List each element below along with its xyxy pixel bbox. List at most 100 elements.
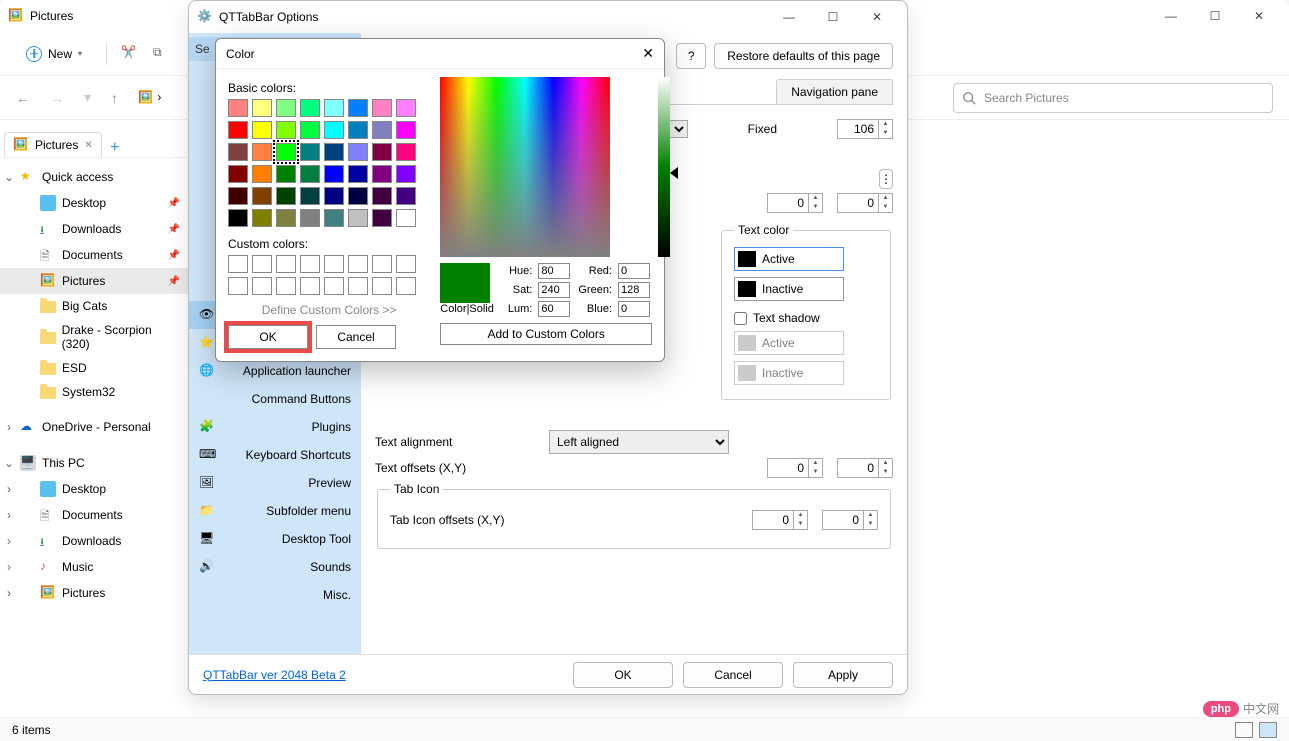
basic-color-cell[interactable] [324, 209, 344, 227]
side-item-sounds[interactable]: 🔊Sounds [189, 553, 361, 581]
input[interactable] [822, 510, 864, 530]
up-button[interactable]: ↑ [111, 90, 118, 106]
basic-color-cell[interactable] [228, 99, 248, 117]
basic-color-cell[interactable] [396, 121, 416, 139]
text-shadow-checkbox[interactable]: Text shadow [734, 311, 878, 325]
basic-color-cell[interactable] [252, 165, 272, 183]
basic-color-cell[interactable] [396, 165, 416, 183]
basic-color-cell[interactable] [300, 99, 320, 117]
tabicon-offset-x[interactable]: ▲▼ [752, 510, 808, 530]
basic-color-cell[interactable] [348, 187, 368, 205]
basic-color-cell[interactable] [324, 143, 344, 161]
basic-color-cell[interactable] [300, 187, 320, 205]
basic-color-cell[interactable] [228, 165, 248, 183]
basic-color-cell[interactable] [252, 99, 272, 117]
input[interactable] [837, 193, 879, 213]
basic-color-cell[interactable] [324, 165, 344, 183]
basic-color-cell[interactable] [300, 121, 320, 139]
red-input[interactable] [618, 263, 650, 279]
custom-color-cell[interactable] [300, 255, 320, 273]
basic-color-cell[interactable] [348, 99, 368, 117]
custom-color-cell[interactable] [324, 255, 344, 273]
close-button[interactable]: ✕ [1237, 2, 1281, 30]
view-thumb-button[interactable] [1259, 722, 1277, 738]
options-ok-button[interactable]: OK [573, 662, 673, 688]
basic-color-cell[interactable] [348, 209, 368, 227]
basic-color-cell[interactable] [396, 187, 416, 205]
basic-color-cell[interactable] [300, 143, 320, 161]
tab-pictures[interactable]: 🖼️ Pictures ✕ [4, 132, 102, 157]
custom-color-cell[interactable] [396, 277, 416, 295]
tree-pictures[interactable]: 🖼️Pictures📌 [0, 268, 188, 294]
input[interactable] [837, 458, 879, 478]
basic-color-cell[interactable] [396, 209, 416, 227]
basic-color-cell[interactable] [228, 121, 248, 139]
subtab-navpane[interactable]: Navigation pane [776, 79, 893, 104]
basic-color-cell[interactable] [324, 187, 344, 205]
basic-color-cell[interactable] [276, 121, 296, 139]
options-cancel-button[interactable]: Cancel [683, 662, 783, 688]
basic-color-cell[interactable] [396, 143, 416, 161]
tabicon-offset-y[interactable]: ▲▼ [822, 510, 878, 530]
side-item-plugins[interactable]: 🧩Plugins [189, 413, 361, 441]
custom-color-cell[interactable] [252, 277, 272, 295]
new-button[interactable]: New ▾ [16, 42, 92, 66]
basic-color-cell[interactable] [276, 143, 296, 161]
basic-color-cell[interactable] [252, 143, 272, 161]
pc-downloads[interactable]: ›⭳Downloads [0, 528, 188, 554]
sat-input[interactable] [538, 282, 570, 298]
basic-color-cell[interactable] [300, 165, 320, 183]
side-item-preview[interactable]: 🖼Preview [189, 469, 361, 497]
basic-color-cell[interactable] [372, 143, 392, 161]
active-color-button[interactable]: Active [734, 247, 844, 271]
side-item-misc[interactable]: Misc. [189, 581, 361, 609]
text-offset-y[interactable]: ▲▼ [837, 458, 893, 478]
custom-color-cell[interactable] [372, 277, 392, 295]
pc-music[interactable]: ›♪Music [0, 554, 188, 580]
close-tab-icon[interactable]: ✕ [84, 140, 92, 151]
side-item-desktop[interactable]: 🖥Desktop Tool [189, 525, 361, 553]
offset-b-spinner[interactable]: ▲▼ [837, 193, 893, 213]
cut-icon[interactable]: ✂️ [121, 45, 139, 63]
define-custom-button[interactable]: Define Custom Colors >> [228, 303, 430, 317]
restore-defaults-button[interactable]: Restore defaults of this page [714, 43, 893, 69]
blue-input[interactable] [618, 301, 650, 317]
close-button[interactable]: ✕ [642, 45, 654, 62]
close-button[interactable]: ✕ [855, 3, 899, 31]
color-cancel-button[interactable]: Cancel [316, 325, 396, 349]
help-button[interactable]: ? [676, 43, 706, 69]
basic-color-cell[interactable] [276, 187, 296, 205]
basic-color-cell[interactable] [300, 209, 320, 227]
fixed-spinner[interactable]: ▲▼ [837, 119, 893, 139]
custom-color-cell[interactable] [252, 255, 272, 273]
pc-pictures[interactable]: ›🖼️Pictures [0, 580, 188, 606]
basic-color-cell[interactable] [252, 187, 272, 205]
size-mode-select[interactable] [668, 120, 688, 138]
basic-color-cell[interactable] [372, 209, 392, 227]
view-list-button[interactable] [1235, 722, 1253, 738]
search-input[interactable]: Search Pictures [953, 83, 1273, 113]
maximize-button[interactable]: ☐ [811, 3, 855, 31]
tree-onedrive[interactable]: ›☁OneDrive - Personal [0, 414, 188, 440]
custom-color-cell[interactable] [276, 255, 296, 273]
luminance-bar[interactable] [658, 77, 670, 257]
back-button[interactable]: ← [16, 90, 30, 106]
custom-color-cell[interactable] [348, 277, 368, 295]
basic-color-cell[interactable] [324, 121, 344, 139]
version-link[interactable]: QTTabBar ver 2048 Beta 2 [203, 668, 346, 682]
recent-button[interactable]: ▾ [84, 89, 91, 106]
basic-color-cell[interactable] [276, 99, 296, 117]
maximize-button[interactable]: ☐ [1193, 2, 1237, 30]
add-tab-button[interactable]: + [106, 139, 124, 157]
custom-color-cell[interactable] [228, 277, 248, 295]
basic-color-cell[interactable] [396, 99, 416, 117]
custom-color-cell[interactable] [372, 255, 392, 273]
copy-icon[interactable]: ⧉ [153, 45, 171, 63]
offset-a-spinner[interactable]: ▲▼ [767, 193, 823, 213]
basic-color-cell[interactable] [228, 187, 248, 205]
tree-bigcats[interactable]: Big Cats [0, 294, 188, 318]
basic-color-cell[interactable] [252, 209, 272, 227]
tree-documents[interactable]: 🗎Documents📌 [0, 242, 188, 268]
pc-documents[interactable]: ›🗎Documents [0, 502, 188, 528]
custom-color-cell[interactable] [228, 255, 248, 273]
